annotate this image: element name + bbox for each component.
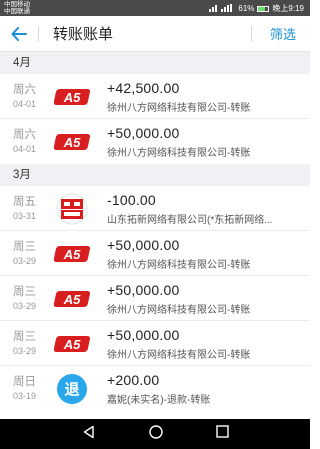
month-day: 04-01 [13,144,37,154]
refund-icon: 退 [54,372,90,406]
clock: 晚上9:19 [272,4,304,13]
description: 山东拓新网络有限公司(*东拓新网络... [107,215,273,226]
arrow-left-icon [11,26,27,41]
carrier-info: 中国移动 中国联通 [4,1,30,15]
carrier-2: 中国联通 [4,8,30,15]
svg-text:A5: A5 [63,135,81,150]
date-block: 周三 03-29 [13,285,43,312]
transaction-row[interactable]: 周三 03-29 A5 +50,000.00 徐州八方网络科技有限公司-转账 [0,276,310,321]
amount: +50,000.00 [107,125,180,141]
transaction-row[interactable]: 周三 03-29 A5 +50,000.00 徐州八方网络科技有限公司-转账 [0,231,310,276]
amount: +50,000.00 [107,282,180,298]
a5-logo-icon: A5 [54,237,90,271]
home-circle-icon[interactable] [148,424,163,444]
amount: +50,000.00 [107,237,180,253]
a5-logo-icon: A5 [54,80,90,114]
weekday: 周五 [13,196,36,208]
date-block: 周三 03-29 [13,330,43,357]
page-title: 转账账单 [53,26,114,43]
a5-logo-icon: A5 [54,125,90,159]
weekday: 周三 [13,331,36,343]
recents-square-icon[interactable] [215,425,229,443]
back-button[interactable] [8,24,30,44]
description: 徐州八方网络科技有限公司-转账 [107,350,251,361]
date-block: 周日 03-19 [13,375,43,402]
month-day: 03-29 [13,346,37,356]
transaction-row[interactable]: 周三 03-29 A5 +50,000.00 徐州八方网络科技有限公司-转账 [0,321,310,366]
weekday: 周六 [13,129,36,141]
filter-button[interactable]: 筛选 [270,24,296,43]
month-header: 3月 [0,164,310,186]
weekday: 周三 [13,241,36,253]
description: 徐州八方网络科技有限公司-转账 [107,148,251,159]
carrier-1: 中国移动 [4,1,30,8]
amount: +42,500.00 [107,80,180,96]
header-divider [38,25,39,42]
a5-logo-icon: A5 [54,327,90,361]
system-nav-bar [0,419,310,449]
description: 嘉妮(未实名)-退款-转账 [107,395,211,406]
refund-glyph: 退 [64,381,79,399]
app-bar: 转账账单 筛选 [0,16,310,52]
month-header: 4月 [0,52,310,74]
filter-divider [251,26,252,42]
svg-text:A5: A5 [63,90,81,105]
transaction-row[interactable]: 周日 03-19 退 +200.00 嘉妮(未实名)-退款-转账 [0,366,310,411]
date-block: 周六 04-01 [13,128,43,155]
svg-text:A5: A5 [63,247,81,262]
month-day: 03-29 [13,301,37,311]
description: 徐州八方网络科技有限公司-转账 [107,305,251,316]
month-day: 03-29 [13,256,37,266]
date-block: 周六 04-01 [13,83,43,110]
weekday: 周六 [13,84,36,96]
description: 徐州八方网络科技有限公司-转账 [107,260,251,271]
weekday: 周日 [13,376,36,388]
transaction-row[interactable]: 周六 04-01 A5 +42,500.00 徐州八方网络科技有限公司-转账 [0,74,310,119]
month-day: 03-19 [13,391,37,401]
amount: +50,000.00 [107,327,180,343]
description: 徐州八方网络科技有限公司-转账 [107,103,251,114]
signal-icon [209,3,235,14]
transaction-row[interactable]: 周六 04-01 A5 +50,000.00 徐州八方网络科技有限公司-转账 [0,119,310,164]
battery-icon [257,5,270,12]
svg-text:A5: A5 [63,337,81,352]
battery-percent: 61% [238,4,255,13]
weekday: 周三 [13,286,36,298]
svg-text:A5: A5 [63,292,81,307]
amount: -100.00 [107,192,156,208]
amount: +200.00 [107,372,160,388]
date-block: 周三 03-29 [13,240,43,267]
status-icons: 61% 晚上9:19 [209,3,304,14]
team-logo-icon [54,192,90,226]
month-day: 03-31 [13,211,37,221]
transaction-list: 4月 周六 04-01 A5 +42,500.00 徐州八方网络科技有限公司-转… [0,52,310,419]
date-block: 周五 03-31 [13,195,43,222]
month-day: 04-01 [13,99,37,109]
a5-logo-icon: A5 [54,282,90,316]
back-triangle-icon[interactable] [82,425,96,444]
transaction-row[interactable]: 周五 03-31 -100.00 山东拓新网络有限公司(*东拓新网络... [0,186,310,231]
status-bar: 中国移动 中国联通 61% 晚上9:19 [0,0,310,16]
